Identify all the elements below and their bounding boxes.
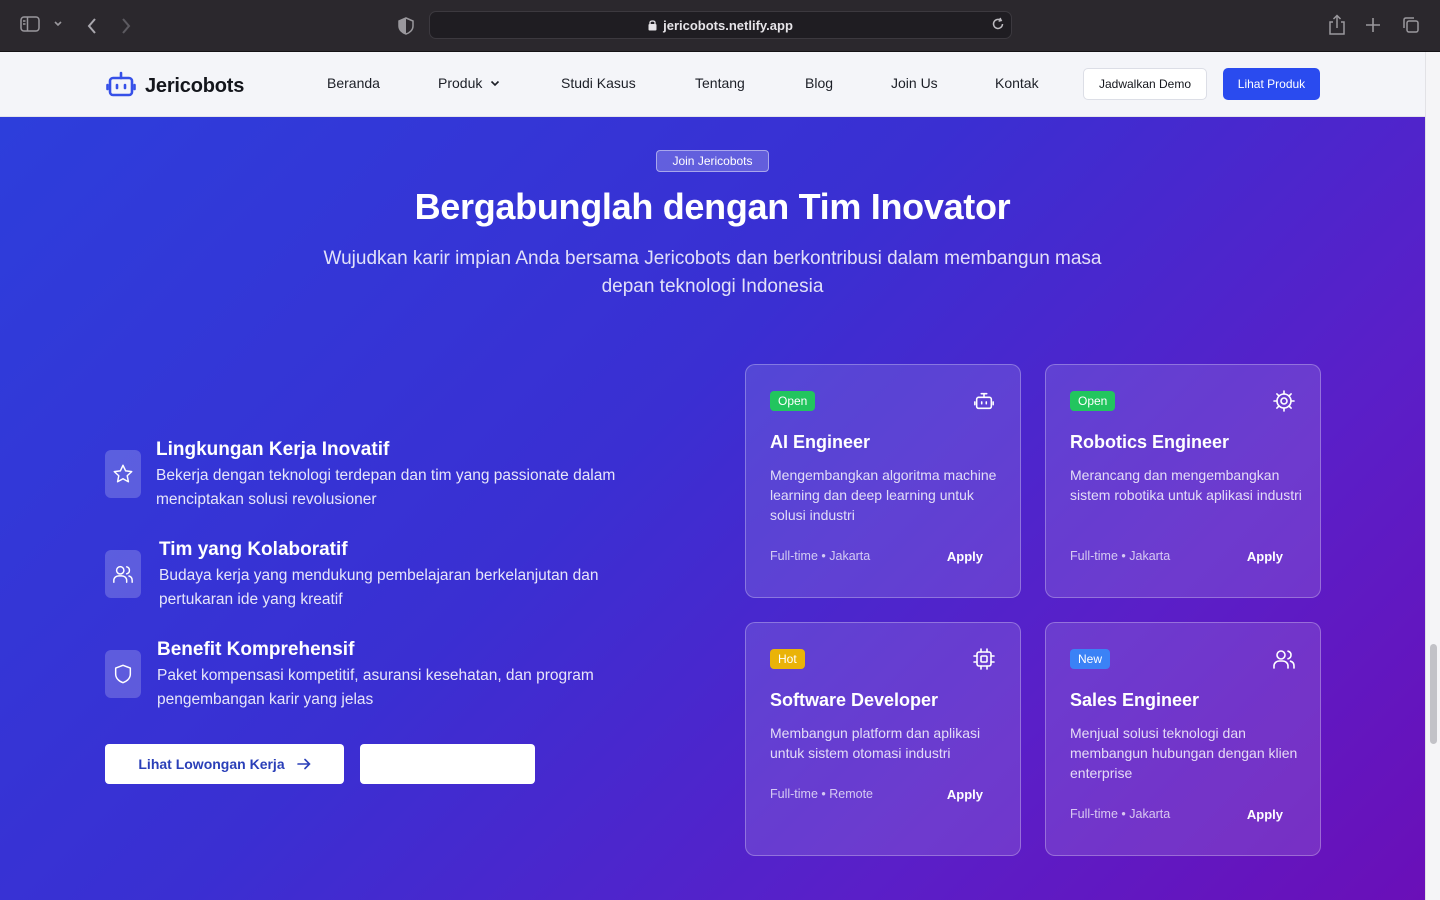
job-meta: Full-time • Jakarta <box>1070 807 1171 821</box>
scrollbar-thumb[interactable] <box>1430 644 1437 744</box>
job-meta: Full-time • Jakarta <box>1070 549 1171 563</box>
address-bar[interactable]: jericobots.netlify.app <box>429 11 1012 39</box>
tab-overview-icon[interactable] <box>1402 16 1420 34</box>
cpu-icon <box>972 647 996 671</box>
new-tab-icon[interactable] <box>1365 17 1381 33</box>
section-title: Bergabunglah dengan Tim Inovator <box>414 186 1011 227</box>
job-description: Membangun platform dan aplikasi untuk si… <box>770 725 981 761</box>
site-navbar: Jericobots Beranda Produk Studi Kasus Te… <box>0 52 1425 117</box>
arrow-right-icon <box>296 758 311 770</box>
cog-icon <box>1272 389 1296 413</box>
nav-link-blog[interactable]: Blog <box>805 75 833 91</box>
nav-link-studi-kasus[interactable]: Studi Kasus <box>561 75 636 91</box>
chevron-down-icon <box>490 80 500 87</box>
secondary-button[interactable] <box>360 744 535 784</box>
view-jobs-button[interactable]: Lihat Lowongan Kerja <box>105 744 344 784</box>
job-title: Robotics Engineer <box>1070 432 1230 452</box>
share-icon[interactable] <box>1328 14 1346 36</box>
job-status-badge: Open <box>1070 391 1116 411</box>
job-card[interactable]: Open AI Engineer Mengembangkan algoritma… <box>745 364 1021 598</box>
feature-description: Paket kompensasi kompetitif, asuransi ke… <box>157 667 594 708</box>
back-icon[interactable] <box>86 17 98 35</box>
job-description: Mengembangkan algoritma machine learning… <box>770 467 997 523</box>
job-description: Merancang dan mengembangkan sistem robot… <box>1070 467 1302 503</box>
nav-link-kontak[interactable]: Kontak <box>995 75 1039 91</box>
section-badge: Join Jericobots <box>656 150 769 172</box>
nav-link-join-us[interactable]: Join Us <box>891 75 938 91</box>
job-card[interactable]: Hot Software Developer Membangun platfor… <box>745 622 1021 856</box>
apply-button[interactable]: Apply <box>1247 549 1283 564</box>
nav-link-produk-label: Produk <box>438 75 483 91</box>
job-card[interactable]: Open Robotics Engineer Merancang dan men… <box>1045 364 1321 598</box>
sidebar-toggle-icon[interactable] <box>20 16 40 32</box>
apply-button[interactable]: Apply <box>947 787 983 802</box>
nav-link-produk[interactable]: Produk <box>438 75 500 91</box>
job-meta: Full-time • Remote <box>770 787 874 801</box>
feature-description: Budaya kerja yang mendukung pembelajaran… <box>159 567 599 608</box>
bot-icon <box>972 389 996 413</box>
page-scrollbar[interactable] <box>1425 52 1440 900</box>
job-meta: Full-time • Jakarta <box>770 549 871 563</box>
chevron-down-icon[interactable] <box>53 20 63 28</box>
job-title: Software Developer <box>770 690 939 710</box>
nav-link-beranda[interactable]: Beranda <box>327 75 380 91</box>
job-title: Sales Engineer <box>1070 690 1200 710</box>
view-jobs-label: Lihat Lowongan Kerja <box>138 756 285 772</box>
reload-icon[interactable] <box>991 17 1005 34</box>
feature-title: Benefit Komprehensif <box>157 639 355 660</box>
shield-icon <box>105 650 141 698</box>
browser-toolbar: jericobots.netlify.app <box>0 0 1440 52</box>
nav-link-tentang[interactable]: Tentang <box>695 75 745 91</box>
forward-icon[interactable] <box>120 17 132 35</box>
apply-button[interactable]: Apply <box>947 549 983 564</box>
feature-title: Tim yang Kolaboratif <box>159 539 348 560</box>
job-description: Menjual solusi teknologi dan membangun h… <box>1070 725 1298 781</box>
feature-description: Bekerja dengan teknologi terdepan dan ti… <box>156 467 616 508</box>
users-icon <box>1272 647 1296 671</box>
lock-icon <box>648 19 657 31</box>
brand-name: Jericobots <box>145 75 245 97</box>
job-card[interactable]: New Sales Engineer Menjual solusi teknol… <box>1045 622 1321 856</box>
job-status-badge: New <box>1070 649 1111 669</box>
apply-button[interactable]: Apply <box>1247 807 1283 822</box>
star-icon <box>105 450 141 498</box>
section-subtitle: Wujudkan karir impian Anda bersama Jeric… <box>323 248 1102 297</box>
url-text: jericobots.netlify.app <box>663 17 793 33</box>
privacy-shield-icon[interactable] <box>398 17 414 35</box>
feature-title: Lingkungan Kerja Inovatif <box>156 439 390 460</box>
robot-logo-icon <box>106 70 136 103</box>
brand-logo[interactable]: Jericobots <box>106 70 244 103</box>
job-title: AI Engineer <box>770 432 871 452</box>
view-products-button[interactable]: Lihat Produk <box>1223 68 1320 100</box>
page: Jericobots Beranda Produk Studi Kasus Te… <box>0 52 1425 900</box>
job-status-badge: Open <box>770 391 816 411</box>
users-icon <box>105 550 141 598</box>
job-status-badge: Hot <box>770 649 805 669</box>
schedule-demo-button[interactable]: Jadwalkan Demo <box>1083 68 1207 100</box>
